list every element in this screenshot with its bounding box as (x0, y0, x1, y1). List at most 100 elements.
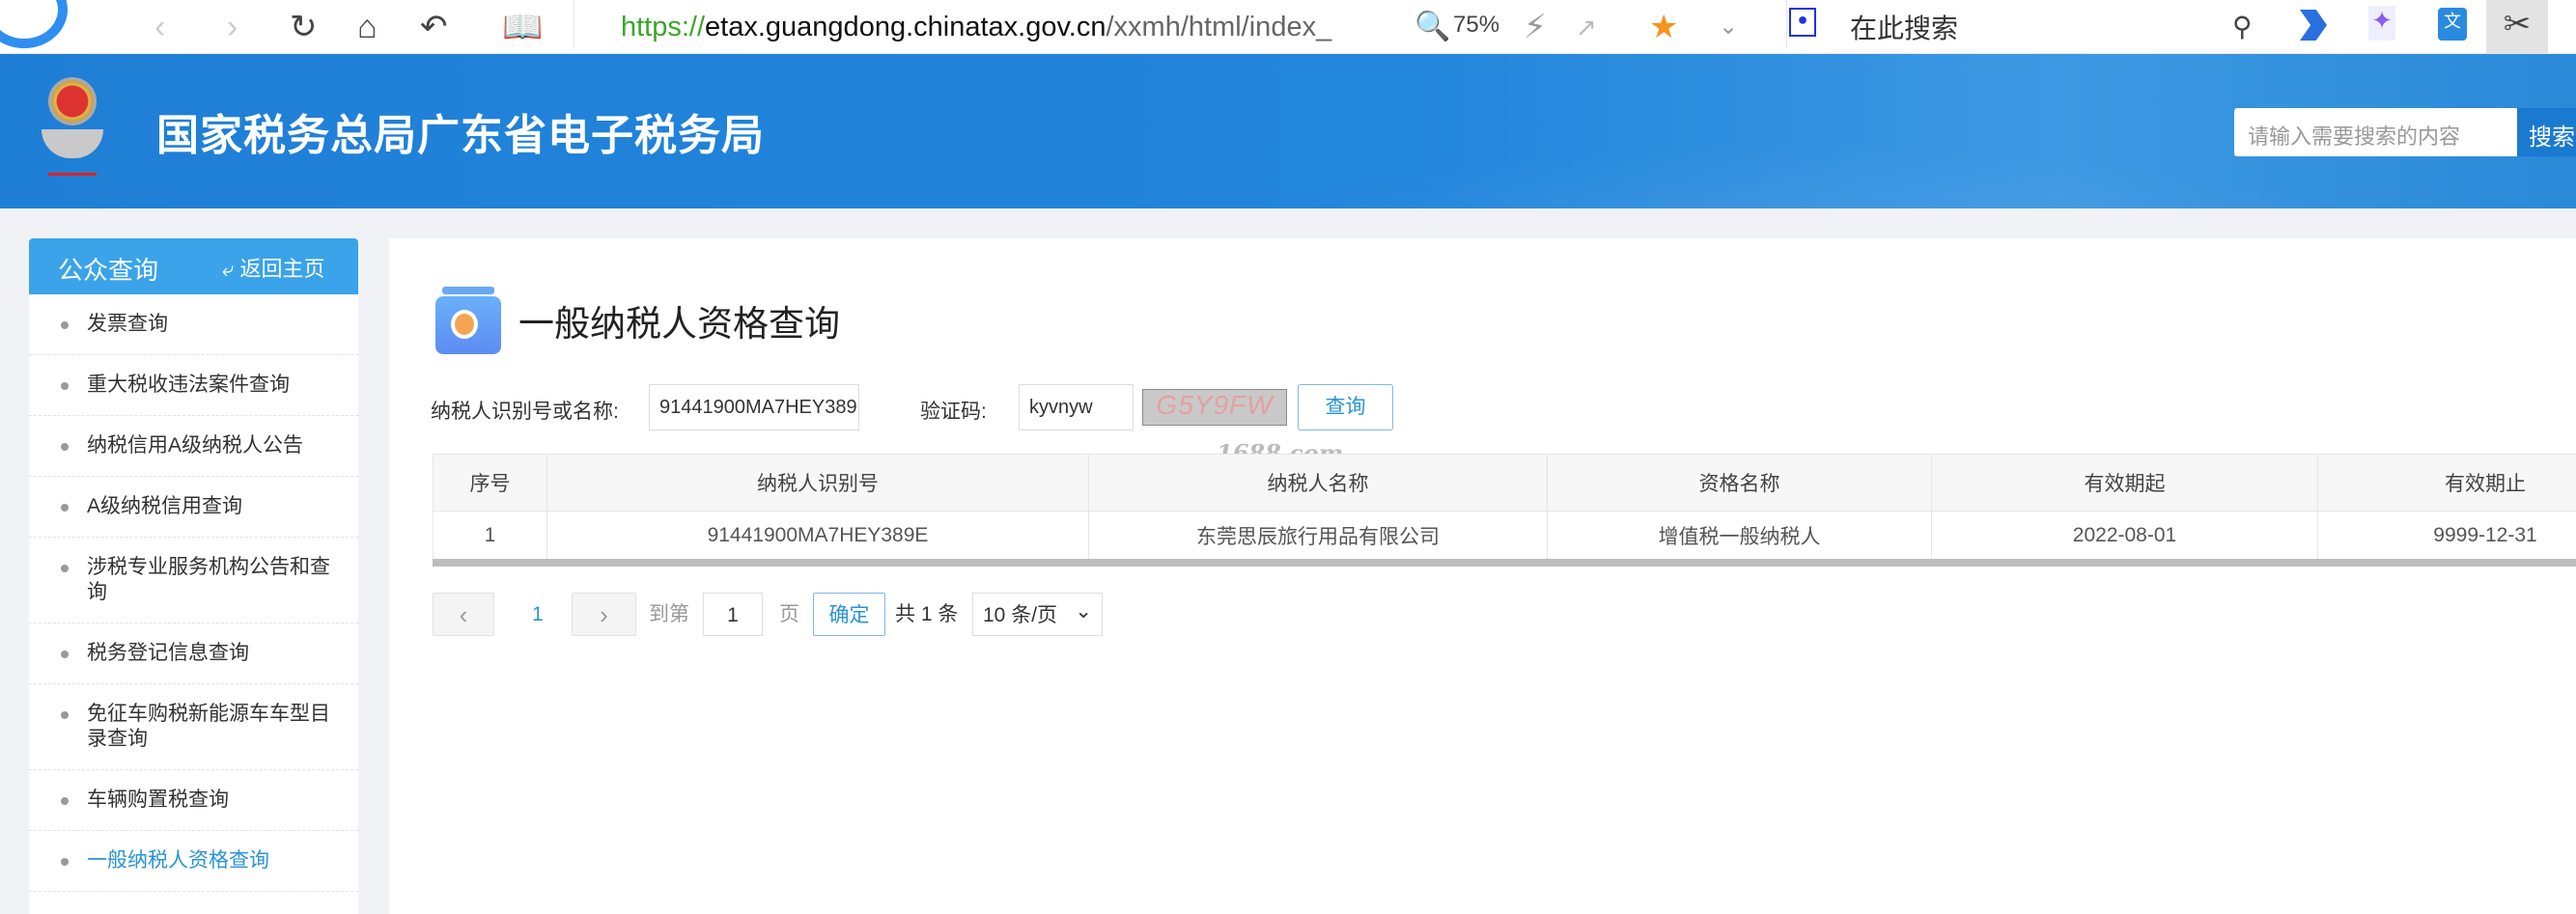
horizontal-scrollbar[interactable] (433, 559, 2576, 567)
column-header: 纳税人识别号 (547, 455, 1089, 512)
back-home-label: 返回主页 (239, 257, 325, 281)
translate-icon[interactable]: 文 (2438, 8, 2467, 41)
site-header: 国家税务总局广东省电子税务局 请输入需要搜索的内容 搜索 (0, 54, 2576, 208)
star-icon[interactable]: ★ (1649, 6, 1678, 48)
bullet-icon (61, 504, 69, 512)
prev-page-button[interactable]: ‹ (433, 593, 494, 636)
table-body: 1 91441900MA7HEY389E 东莞思辰旅行用品有限公司 增值税一般纳税人 2… (433, 512, 2576, 560)
captcha-input[interactable]: kyvnyw (1019, 384, 1134, 430)
reply-arrow-icon: ⤶ (222, 257, 235, 281)
page-size-select[interactable]: 10 条/页 ⌄ (972, 593, 1103, 636)
table-cell: 1 (433, 512, 547, 560)
column-header: 有效期起 (1932, 455, 2318, 512)
reload-icon[interactable]: ↻ (290, 6, 318, 48)
page-unit: 页 (779, 603, 799, 625)
table-row: 1 91441900MA7HEY389E 东莞思辰旅行用品有限公司 增值税一般纳税人 2… (433, 512, 2576, 560)
browser-logo-icon (0, 0, 68, 48)
search-icon[interactable]: ⚲ (2232, 6, 2253, 48)
sidebar-item[interactable]: 纳税信用A级纳税人公告 (29, 416, 358, 477)
column-header: 纳税人名称 (1089, 455, 1548, 512)
sidebar-title: 公众查询 (58, 256, 159, 285)
chevron-down-icon[interactable]: ⌄ (1719, 6, 1738, 48)
browser-search-input[interactable]: 在此搜索 (1850, 8, 1958, 46)
captcha-image[interactable]: G5Y9FW (1142, 389, 1287, 426)
back-home-link[interactable]: ⤶ 返回主页 (222, 252, 324, 283)
taxpayer-id-input[interactable]: 91441900MA7HEY389E (649, 384, 859, 430)
column-header: 序号 (433, 455, 547, 512)
site-title: 国家税务总局广东省电子税务局 (156, 112, 765, 159)
table-cell: 增值税一般纳税人 (1548, 512, 1932, 560)
url-path: /xxmh/html/index_ (1106, 12, 1332, 42)
table-cell: 91441900MA7HEY389E (547, 512, 1089, 560)
results-table: 序号 纳税人识别号 纳税人名称 资格名称 有效期起 有效期止 1 91441900MA7HE… (433, 454, 2576, 560)
site-search-input[interactable]: 请输入需要搜索的内容 (2234, 108, 2517, 156)
chevron-down-icon: ⌄ (1075, 600, 1092, 623)
sidebar-item[interactable]: 发票查询 (29, 294, 358, 355)
sidebar-item[interactable]: 涉税专业服务机构公告和查询 (29, 538, 358, 623)
forward-icon[interactable]: › (227, 6, 238, 48)
bullet-icon (61, 651, 69, 658)
sidebar-item-label: 重大税收违法案件查询 (87, 374, 290, 396)
page-title: 一般纳税人资格查询 (518, 304, 840, 344)
extension-icon[interactable] (2300, 10, 2327, 41)
sidebar-item[interactable]: 税务登记信息查询 (29, 623, 358, 684)
back-icon[interactable]: ‹ (154, 6, 165, 48)
table-cell: 2022-08-01 (1932, 512, 2318, 560)
table-cell: 东莞思辰旅行用品有限公司 (1089, 512, 1548, 560)
site-search-button[interactable]: 搜索 (2517, 108, 2576, 156)
captcha-label: 验证码: (920, 401, 987, 423)
table-header-row: 序号 纳税人识别号 纳税人名称 资格名称 有效期起 有效期止 (433, 455, 2576, 512)
browser-toolbar: ‹ › ↻ ⌂ ↶ 📖 https://etax.guangdong.china… (0, 0, 2576, 54)
bullet-icon (61, 382, 69, 390)
query-button[interactable]: 查询 (1298, 384, 1393, 430)
page-number[interactable]: 1 (532, 593, 544, 636)
confirm-button[interactable]: 确定 (813, 593, 885, 636)
home-icon[interactable]: ⌂ (357, 6, 378, 48)
bullet-icon (61, 321, 69, 329)
extension-bird-icon[interactable]: ✦ (2368, 6, 2395, 41)
sidebar-item[interactable]: A级纳税信用查询 (29, 477, 358, 538)
sidebar-item-label: 纳税信用A级纳税人公告 (87, 434, 304, 457)
url-domain: etax.guangdong.chinatax.gov.cn (705, 12, 1106, 42)
sidebar-header: 公众查询 ⤶ 返回主页 (29, 238, 358, 294)
goto-label: 到第 (649, 603, 689, 625)
zoom-icon[interactable]: 🔍 (1414, 6, 1450, 48)
url-scheme: https:// (621, 12, 706, 42)
total-count: 共 1 条 (895, 603, 959, 625)
screenshot-scissors-icon[interactable]: ✂ (2486, 0, 2548, 54)
sidebar-menu: 发票查询重大税收违法案件查询 纳税信用A级纳税人公告 A级纳税信用查询涉税专业服务机… (29, 294, 358, 892)
column-header: 有效期止 (2318, 455, 2576, 512)
sidebar-item-label: 免征车购税新能源车车型目录查询 (87, 703, 330, 750)
next-page-button[interactable]: › (572, 593, 636, 636)
baidu-paw-icon[interactable]: ● (1789, 8, 1816, 37)
bullet-icon (61, 797, 69, 805)
sidebar-item[interactable]: 免征车购税新能源车车型目录查询 (29, 684, 358, 770)
tax-emblem-logo (39, 77, 106, 183)
bullet-icon (61, 858, 69, 866)
zoom-level: 75% (1453, 12, 1500, 38)
main-panel: 一般纳税人资格查询 纳税人识别号或名称: 91441900MA7HEY389E … (389, 238, 2576, 914)
page-size-value: 10 条/页 (983, 604, 1058, 626)
sidebar-item-label: A级纳税信用查询 (87, 495, 243, 517)
sidebar-item-label: 车辆购置税查询 (87, 789, 229, 811)
undo-icon[interactable]: ↶ (420, 6, 448, 48)
sidebar-item-label: 涉税专业服务机构公告和查询 (87, 556, 330, 603)
reader-icon[interactable]: 📖 (502, 6, 543, 48)
address-bar[interactable]: https://etax.guangdong.chinatax.gov.cn/x… (621, 8, 1331, 46)
goto-page-input[interactable]: 1 (703, 593, 763, 636)
search-query-icon (435, 287, 501, 354)
sidebar-item[interactable]: 一般纳税人资格查询 (29, 831, 358, 892)
divider (1786, 0, 1787, 48)
bullet-icon (61, 565, 69, 572)
bullet-icon (61, 711, 69, 719)
sidebar-item-label: 税务登记信息查询 (87, 642, 249, 664)
sidebar-item[interactable]: 重大税收违法案件查询 (29, 355, 358, 416)
sidebar-item-label: 发票查询 (87, 313, 168, 335)
sidebar-item-label: 一般纳税人资格查询 (87, 849, 269, 872)
table-cell: 9999-12-31 (2318, 512, 2576, 560)
share-icon[interactable]: ↗ (1576, 6, 1597, 48)
bullet-icon (61, 443, 69, 451)
lightning-icon[interactable]: ⚡ (1524, 6, 1547, 48)
sidebar-item[interactable]: 车辆购置税查询 (29, 770, 358, 831)
taxpayer-label: 纳税人识别号或名称: (431, 401, 619, 423)
